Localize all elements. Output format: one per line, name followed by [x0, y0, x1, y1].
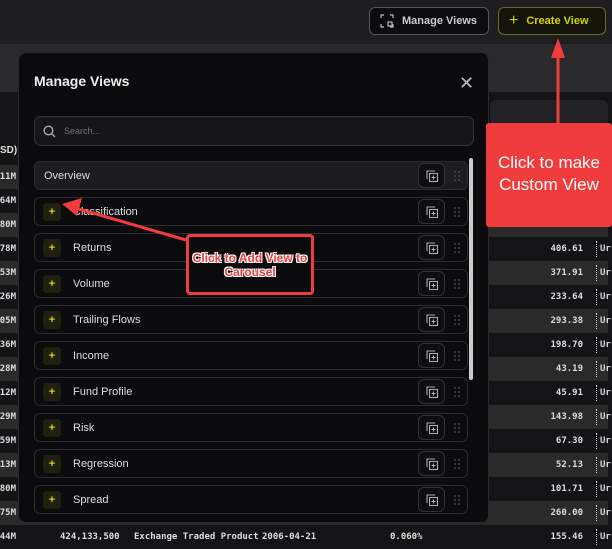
add-view-callout: Click to Add View to Carousel: [186, 234, 314, 295]
create-view-callout: Click to make Custom View: [486, 123, 612, 227]
